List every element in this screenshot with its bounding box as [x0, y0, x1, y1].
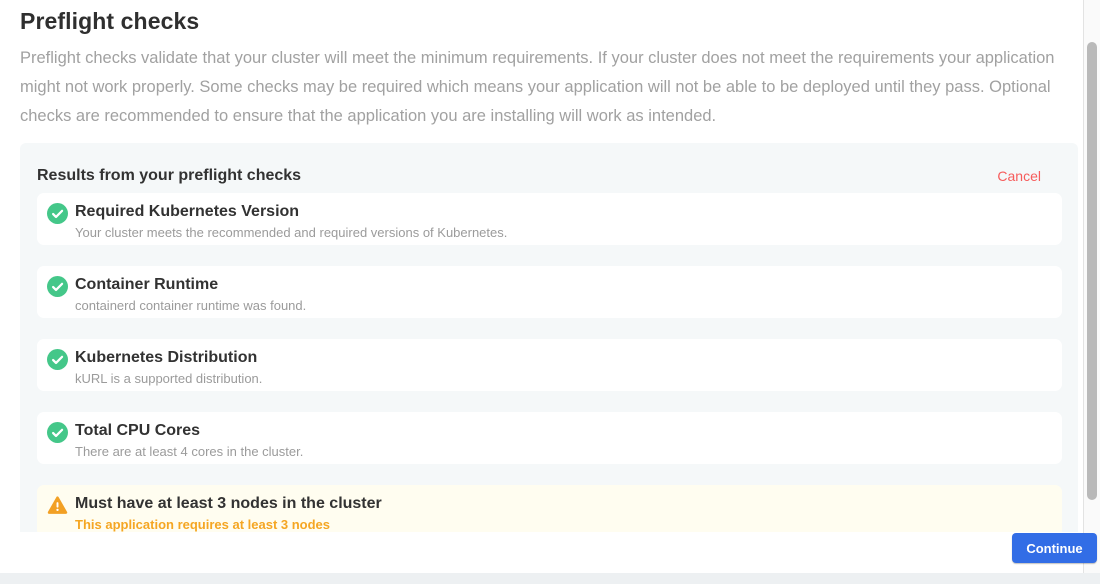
- check-message: Your cluster meets the recommended and r…: [75, 225, 507, 240]
- warning-triangle-icon: [47, 495, 68, 516]
- check-text: Required Kubernetes Version Your cluster…: [75, 202, 507, 240]
- footer-bar: [0, 532, 1083, 573]
- panel-header: Results from your preflight checks Cance…: [20, 143, 1078, 193]
- panel-title: Results from your preflight checks: [37, 167, 301, 185]
- check-message: containerd container runtime was found.: [75, 298, 306, 313]
- check-title: Must have at least 3 nodes in the cluste…: [75, 494, 382, 513]
- check-row-container-runtime: Container Runtime containerd container r…: [37, 266, 1062, 318]
- success-check-icon: [47, 203, 68, 224]
- check-title: Container Runtime: [75, 275, 306, 294]
- check-title: Kubernetes Distribution: [75, 348, 262, 367]
- page-title: Preflight checks: [20, 8, 1078, 35]
- check-message: There are at least 4 cores in the cluste…: [75, 444, 303, 459]
- page-description: Preflight checks validate that your clus…: [20, 44, 1066, 131]
- check-message: This application requires at least 3 nod…: [75, 517, 382, 532]
- success-check-icon: [47, 276, 68, 297]
- bottom-strip: [0, 573, 1100, 584]
- success-check-icon: [47, 349, 68, 370]
- check-row-kubernetes-distribution: Kubernetes Distribution kURL is a suppor…: [37, 339, 1062, 391]
- success-check-icon: [47, 422, 68, 443]
- check-list: Required Kubernetes Version Your cluster…: [20, 193, 1078, 532]
- main-content: Preflight checks Preflight checks valida…: [20, 0, 1078, 131]
- scrollbar-thumb[interactable]: [1087, 42, 1097, 500]
- check-text: Container Runtime containerd container r…: [75, 275, 306, 313]
- check-row-kubernetes-version: Required Kubernetes Version Your cluster…: [37, 193, 1062, 245]
- check-text: Must have at least 3 nodes in the cluste…: [75, 494, 382, 532]
- continue-button[interactable]: Continue: [1012, 533, 1097, 563]
- check-text: Kubernetes Distribution kURL is a suppor…: [75, 348, 262, 386]
- check-title: Total CPU Cores: [75, 421, 303, 440]
- check-row-cpu-cores: Total CPU Cores There are at least 4 cor…: [37, 412, 1062, 464]
- check-title: Required Kubernetes Version: [75, 202, 507, 221]
- check-text: Total CPU Cores There are at least 4 cor…: [75, 421, 303, 459]
- check-row-node-count: Must have at least 3 nodes in the cluste…: [37, 485, 1062, 532]
- scrollbar-track[interactable]: [1083, 0, 1100, 573]
- cancel-link[interactable]: Cancel: [997, 168, 1041, 184]
- check-message: kURL is a supported distribution.: [75, 371, 262, 386]
- preflight-results-panel: Results from your preflight checks Cance…: [20, 143, 1078, 532]
